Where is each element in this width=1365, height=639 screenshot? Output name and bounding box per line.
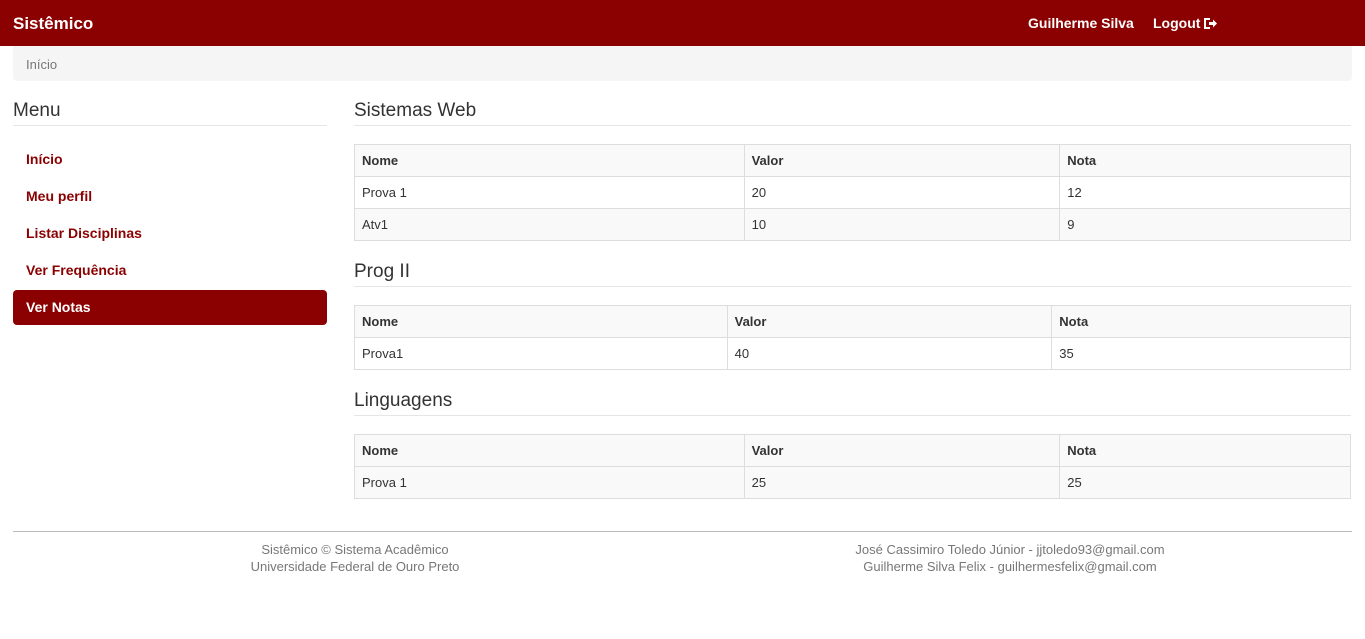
cell-nota: 9 [1059, 208, 1351, 241]
column-header-valor: Valor [743, 144, 1061, 177]
sidebar-item-meu-perfil[interactable]: Meu perfil [13, 179, 327, 214]
brand-logo-text[interactable]: Sistêmico [13, 14, 93, 34]
footer-divider [13, 531, 1352, 532]
section-title-prog-ii: Prog II [354, 261, 1351, 287]
table-row: Atv1 10 9 [354, 208, 1351, 241]
main-content: Sistemas Web Nome Valor Nota Prova 1 20 … [354, 100, 1351, 519]
sidebar-menu: Início Meu perfil Listar Disciplinas Ver… [13, 142, 327, 325]
cell-nome: Prova 1 [354, 176, 745, 209]
logout-button[interactable]: Logout [1153, 15, 1218, 31]
sidebar-item-ver-notas[interactable]: Ver Notas [13, 290, 327, 325]
top-navbar: Sistêmico Guilherme Silva Logout [0, 0, 1365, 46]
column-header-nota: Nota [1051, 305, 1351, 338]
cell-nota: 12 [1059, 176, 1351, 209]
footer-right: José Cassimiro Toledo Júnior - jjtoledo9… [810, 541, 1210, 575]
section-title-linguagens: Linguagens [354, 390, 1351, 416]
footer-author-2: Guilherme Silva Felix - guilhermesfelix@… [863, 559, 1157, 574]
table-row: Prova1 40 35 [354, 337, 1351, 370]
logout-label: Logout [1153, 15, 1201, 31]
sidebar-item-ver-frequencia[interactable]: Ver Frequência [13, 253, 327, 288]
grades-table-sistemas-web: Nome Valor Nota Prova 1 20 12 Atv1 10 9 [354, 144, 1351, 241]
grades-table-prog-ii: Nome Valor Nota Prova1 40 35 [354, 305, 1351, 370]
column-header-valor: Valor [726, 305, 1053, 338]
table-row: Prova 1 20 12 [354, 176, 1351, 209]
column-header-nome: Nome [354, 434, 745, 467]
column-header-nome: Nome [354, 305, 728, 338]
footer-copyright: Sistêmico © Sistema Acadêmico [261, 542, 449, 557]
breadcrumb-item-inicio[interactable]: Início [26, 57, 57, 72]
sidebar: Menu Início Meu perfil Listar Disciplina… [13, 100, 327, 327]
table-header-row: Nome Valor Nota [354, 434, 1351, 467]
column-header-valor: Valor [743, 434, 1061, 467]
cell-valor: 20 [743, 176, 1061, 209]
sidebar-item-listar-disciplinas[interactable]: Listar Disciplinas [13, 216, 327, 251]
cell-nome: Prova 1 [354, 466, 745, 499]
cell-valor: 25 [743, 466, 1061, 499]
column-header-nota: Nota [1059, 434, 1351, 467]
cell-nome: Prova1 [354, 337, 728, 370]
sidebar-item-inicio[interactable]: Início [13, 142, 327, 177]
cell-valor: 10 [743, 208, 1061, 241]
footer-university: Universidade Federal de Ouro Preto [250, 559, 460, 574]
table-header-row: Nome Valor Nota [354, 305, 1351, 338]
column-header-nome: Nome [354, 144, 745, 177]
grades-table-linguagens: Nome Valor Nota Prova 1 25 25 [354, 434, 1351, 499]
breadcrumb: Início [13, 46, 1352, 81]
section-title-sistemas-web: Sistemas Web [354, 100, 1351, 126]
column-header-nota: Nota [1059, 144, 1351, 177]
cell-nota: 35 [1051, 337, 1351, 370]
sidebar-title: Menu [13, 100, 327, 126]
user-name-link[interactable]: Guilherme Silva [1028, 15, 1134, 31]
footer-author-1: José Cassimiro Toledo Júnior - jjtoledo9… [855, 542, 1165, 557]
cell-nome: Atv1 [354, 208, 745, 241]
cell-valor: 40 [726, 337, 1053, 370]
footer-left: Sistêmico © Sistema Acadêmico Universida… [190, 541, 520, 575]
logout-icon [1204, 17, 1218, 29]
table-row: Prova 1 25 25 [354, 466, 1351, 499]
table-header-row: Nome Valor Nota [354, 144, 1351, 177]
cell-nota: 25 [1059, 466, 1351, 499]
